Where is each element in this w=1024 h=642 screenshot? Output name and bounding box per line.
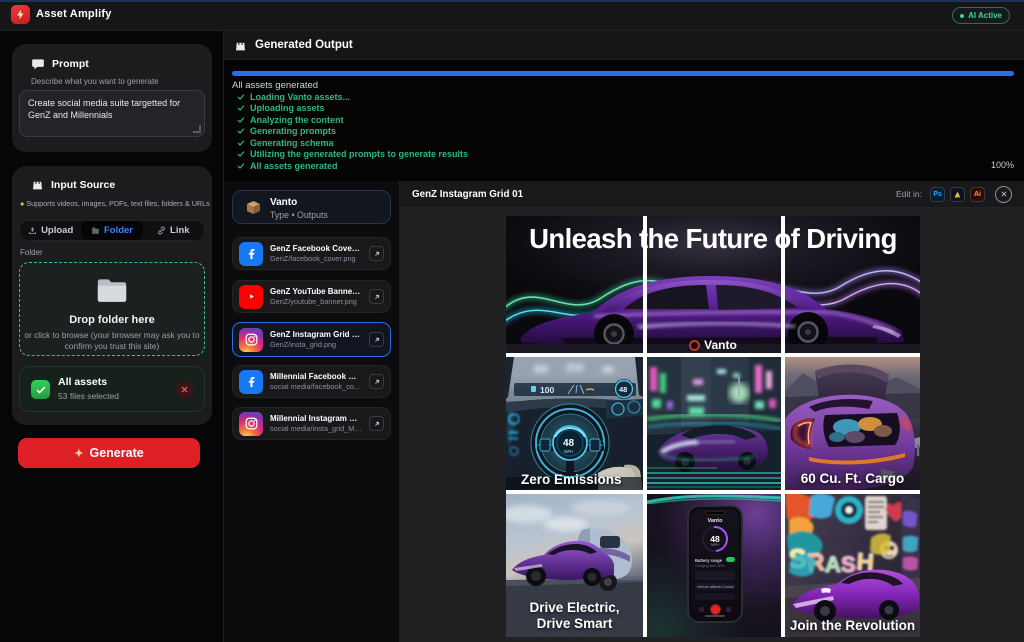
svg-text:100: 100 (540, 385, 554, 395)
svg-text:MPH: MPH (564, 449, 573, 454)
svg-text:48: 48 (563, 438, 575, 449)
svg-text:S: S (841, 552, 856, 577)
svg-text:A: A (825, 552, 841, 577)
svg-text:48: 48 (619, 385, 627, 394)
